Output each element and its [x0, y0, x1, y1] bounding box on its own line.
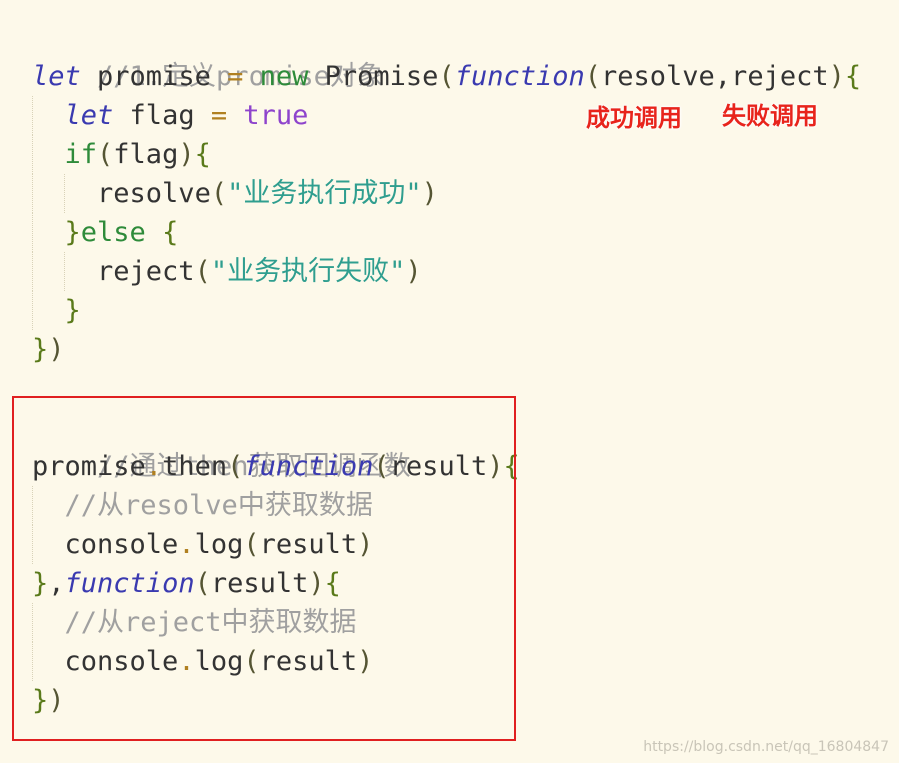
paren: (: [194, 256, 211, 287]
identifier: promise: [80, 61, 228, 92]
paren: ): [48, 334, 65, 365]
code-line-if: if(flag){: [32, 135, 211, 174]
paren: (: [438, 61, 455, 92]
keyword-let: let: [64, 100, 114, 131]
class-name: Promise: [308, 61, 439, 92]
boolean: true: [227, 100, 309, 131]
keyword-if: if: [64, 139, 98, 170]
code-line-resolve: resolve("业务执行成功"): [32, 174, 438, 213]
paren: ): [178, 139, 195, 170]
annotation-failure-call: 失败调用: [722, 102, 818, 130]
string-literal: "业务执行失败": [210, 256, 406, 287]
call-resolve: resolve: [97, 178, 211, 209]
call-reject: reject: [97, 256, 195, 287]
indent-guide: [32, 291, 34, 330]
indent-guide: [32, 252, 34, 291]
brace: {: [145, 217, 179, 248]
arguments: resolve,reject: [601, 61, 829, 92]
operator: =: [210, 100, 228, 131]
code-line-promise-decl: let promise = new Promise(function(resol…: [32, 57, 861, 96]
indent-guide: [64, 174, 66, 213]
brace: {: [194, 139, 211, 170]
code-line-else: }else {: [32, 213, 178, 252]
paren: ): [421, 178, 438, 209]
code-line-reject: reject("业务执行失败"): [32, 252, 422, 291]
identifier: flag: [113, 139, 179, 170]
paren: (: [97, 139, 114, 170]
identifier: flag: [113, 100, 211, 131]
indent-guide: [32, 174, 34, 213]
paren: ): [828, 61, 845, 92]
code-line-close-if: }: [32, 291, 81, 330]
keyword-function: function: [454, 61, 585, 92]
annotation-success-call: 成功调用: [586, 104, 682, 132]
keyword-new: new: [243, 61, 309, 92]
highlight-box: [12, 396, 516, 741]
indent-guide: [32, 135, 34, 174]
keyword-else: else: [80, 217, 146, 248]
indent-guide: [32, 96, 34, 135]
watermark: https://blog.csdn.net/qq_16804847: [643, 739, 889, 755]
brace: }: [64, 217, 81, 248]
operator: =: [227, 61, 244, 92]
paren: (: [584, 61, 602, 92]
code-line-comment-define: //1.定义promise对象: [32, 18, 384, 92]
indent-guide: [32, 213, 34, 252]
brace: {: [844, 61, 862, 92]
brace: }: [64, 295, 81, 326]
code-line-flag: let flag = true: [32, 96, 308, 135]
keyword-let: let: [32, 61, 81, 92]
string-literal: "业务执行成功": [227, 178, 422, 209]
brace: }: [32, 334, 49, 365]
paren: ): [405, 256, 422, 287]
code-line-close-promise: }): [32, 330, 65, 369]
indent-guide: [64, 252, 66, 291]
paren: (: [210, 178, 228, 209]
